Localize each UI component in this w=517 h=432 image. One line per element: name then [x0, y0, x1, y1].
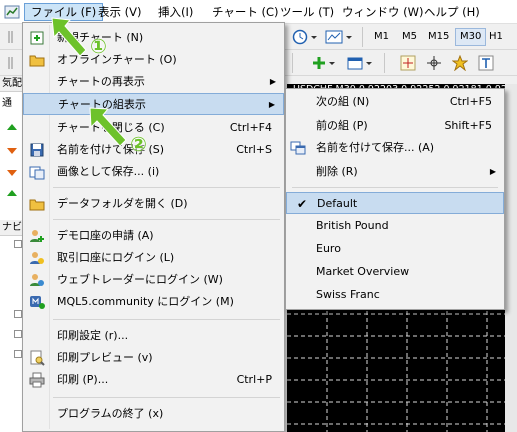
timeframe-m5[interactable]: M5 — [398, 28, 421, 46]
menu-item-save-profile[interactable]: 名前を付けて保存... (A) — [286, 137, 504, 159]
submenu-arrow-icon: ▶ — [269, 77, 276, 86]
app-icon — [4, 5, 20, 19]
star-icon[interactable] — [450, 53, 470, 73]
menu-item-open-data-folder[interactable]: データフォルダを開く (D) — [23, 193, 284, 215]
market-watch-header: 気配 — [0, 76, 24, 92]
down-arrow-icon — [7, 170, 17, 176]
mql5-icon — [30, 296, 45, 309]
menu-item-print-setup[interactable]: 印刷設定 (r)... — [23, 325, 284, 347]
folder-icon — [29, 199, 45, 211]
menu-item-next-profile[interactable]: 次の組 (N) Ctrl+F5 — [286, 91, 504, 113]
menu-item-profile-euro[interactable]: Euro — [286, 238, 504, 260]
save-image-icon — [29, 166, 45, 180]
profile-save-icon — [290, 141, 306, 155]
menu-item-reopen-chart[interactable]: チャートの再表示 ▶ — [23, 71, 284, 93]
menu-item-profile-british-pound[interactable]: British Pound — [286, 215, 504, 237]
menu-item-profile-swiss-franc[interactable]: Swiss Franc — [286, 284, 504, 306]
menu-help[interactable]: ヘルプ (H) — [418, 3, 486, 21]
step-1-badge: ① — [90, 34, 107, 58]
up-arrow-icon — [7, 190, 17, 196]
chart-scrollbar[interactable] — [505, 84, 517, 432]
menu-window[interactable]: ウィンドウ (W) — [336, 3, 430, 21]
login-icon — [30, 252, 44, 264]
toolbar-grip-icon — [2, 27, 22, 47]
web-trader-icon — [30, 274, 44, 286]
down-arrow-icon — [7, 148, 17, 154]
template-icon[interactable] — [324, 27, 354, 47]
save-icon — [30, 143, 44, 157]
add-account-icon — [30, 230, 44, 242]
menu-item-save-image[interactable]: 画像として保存... (i) — [23, 161, 284, 183]
submenu-arrow-icon: ▶ — [268, 100, 275, 109]
menu-item-login-webtrader[interactable]: ウェブトレーダーにログイン (W) — [23, 269, 284, 291]
windows-icon[interactable] — [346, 53, 376, 73]
timeframe-m30[interactable]: M30 — [455, 28, 487, 46]
tree-expand-icon[interactable] — [14, 350, 22, 358]
menu-item-print-preview[interactable]: 印刷プレビュー (v) — [23, 347, 284, 369]
market-watch-tab[interactable]: 通 — [2, 94, 12, 109]
navigator-header: ナビ — [0, 220, 24, 236]
menu-item-login-mql5[interactable]: MQL5.community にログイン (M) — [23, 291, 284, 313]
up-arrow-icon — [7, 124, 17, 130]
timeframe-m15[interactable]: M15 — [424, 28, 453, 46]
menu-item-save-as[interactable]: 名前を付けて保存 (S) Ctrl+S — [23, 139, 284, 161]
crosshair-icon[interactable] — [398, 53, 418, 73]
menu-item-login-trade[interactable]: 取引口座にログイン (L) — [23, 247, 284, 269]
submenu-arrow-icon: ▶ — [489, 167, 496, 176]
cursor-cross-icon[interactable] — [424, 53, 444, 73]
tree-collapse-icon[interactable] — [14, 240, 22, 248]
step-2-badge: ② — [130, 132, 147, 156]
timeframe-h1[interactable]: H1 — [485, 28, 507, 46]
add-indicator-icon[interactable] — [312, 53, 342, 73]
left-panel: 気配 通 ナビ — [0, 76, 24, 432]
tree-expand-icon[interactable] — [14, 310, 22, 318]
toolbar-grip-icon — [2, 53, 22, 73]
menu-item-previous-profile[interactable]: 前の組 (P) Shift+F5 — [286, 115, 504, 137]
open-folder-icon — [29, 55, 45, 67]
new-chart-icon — [30, 31, 44, 45]
menu-insert[interactable]: 挿入(I) — [152, 3, 199, 21]
menu-item-profile-default[interactable]: ✔ Default — [286, 192, 504, 214]
print-icon — [29, 372, 45, 388]
menu-item-profile-market-overview[interactable]: Market Overview — [286, 261, 504, 283]
tree-expand-icon[interactable] — [14, 330, 22, 338]
menu-view[interactable]: 表示 (V) — [92, 3, 148, 21]
menu-item-open-demo-account[interactable]: デモ口座の申請 (A) — [23, 225, 284, 247]
menu-item-exit[interactable]: プログラムの終了 (x) — [23, 403, 284, 425]
text-tool-icon[interactable] — [476, 53, 496, 73]
clock-icon[interactable] — [290, 27, 320, 47]
timeframe-m1[interactable]: M1 — [370, 28, 393, 46]
menu-item-close-chart[interactable]: チャートを閉じる (C) Ctrl+F4 — [23, 117, 284, 139]
menu-chart[interactable]: チャート (C) — [206, 3, 285, 21]
print-preview-icon — [30, 350, 45, 366]
menu-item-profiles[interactable]: チャートの組表示 ▶ — [23, 93, 284, 115]
menu-tools[interactable]: ツール (T) — [274, 3, 340, 21]
file-menu-dropdown: 新規チャート (N) オフラインチャート (O) チャートの再表示 ▶ チャート… — [22, 22, 285, 432]
menu-item-print[interactable]: 印刷 (P)... Ctrl+P — [23, 369, 284, 391]
profiles-submenu: 次の組 (N) Ctrl+F5 前の組 (P) Shift+F5 名前を付けて保… — [285, 88, 505, 310]
menu-item-delete-profile[interactable]: 削除 (R) ▶ — [286, 161, 504, 183]
checkmark-icon: ✔ — [297, 197, 308, 211]
